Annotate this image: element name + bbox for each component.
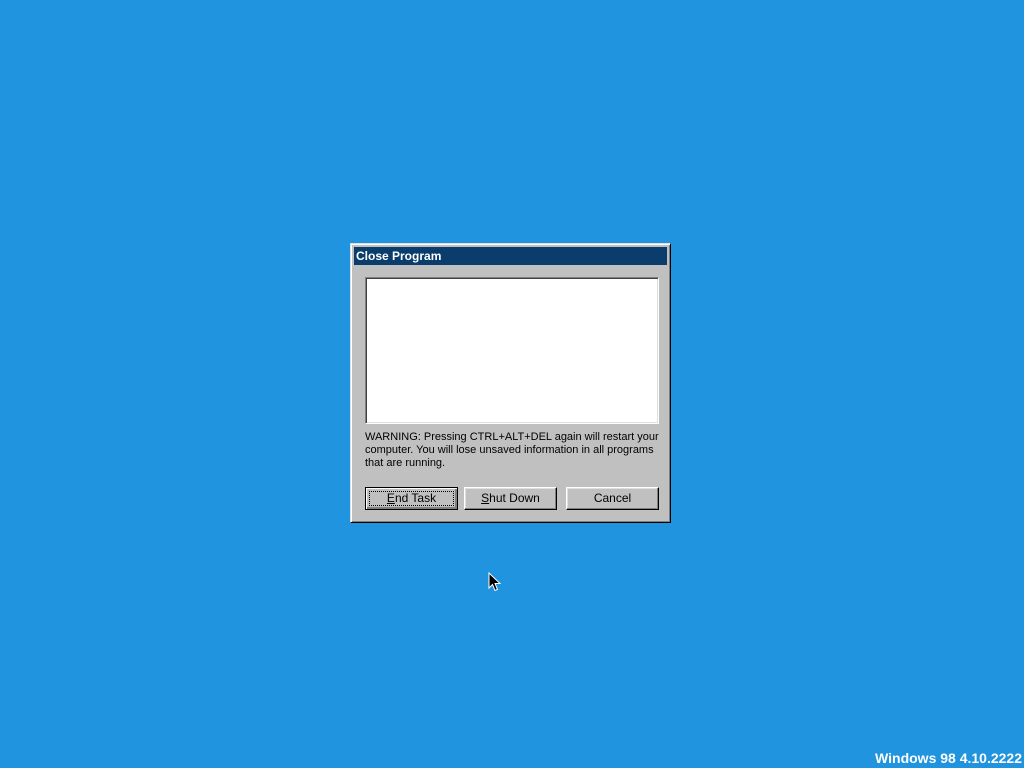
cancel-button[interactable]: Cancel — [566, 487, 659, 510]
arrow-cursor-icon — [488, 572, 502, 592]
shut-down-button[interactable]: Shut Down — [464, 487, 557, 510]
dialog-titlebar[interactable]: Close Program — [354, 247, 667, 265]
warning-text: WARNING: Pressing CTRL+ALT+DEL again wil… — [365, 431, 659, 469]
dialog-title: Close Program — [356, 249, 442, 263]
shut-down-label: Shut Down — [481, 491, 540, 505]
close-program-dialog: Close Program WARNING: Pressing CTRL+ALT… — [350, 243, 671, 523]
program-list[interactable] — [365, 277, 659, 424]
cancel-label: Cancel — [593, 491, 632, 505]
end-task-label: End Task — [386, 491, 437, 505]
end-task-button[interactable]: End Task — [365, 487, 458, 510]
version-watermark: Windows 98 4.10.2222 — [875, 750, 1022, 766]
